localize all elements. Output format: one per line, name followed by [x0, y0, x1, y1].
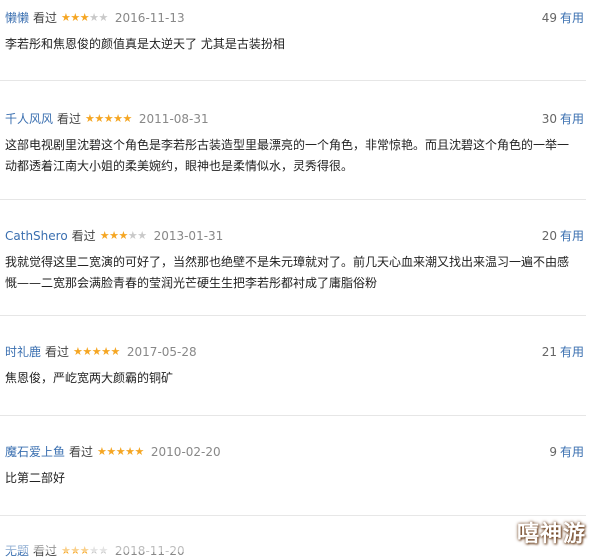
- star-filled-icon: ★: [99, 229, 110, 242]
- review-text-line: 比第二部好: [5, 471, 66, 485]
- review-meta: 魔石爱上鱼 看过 ★★★★★ 2010-02-20: [5, 444, 221, 460]
- review-text-line: 我就觉得这里二宽演的可好了，当然那也绝壁不是朱元璋就对了。前几天心血来潮又找出来…: [5, 255, 570, 269]
- useful-vote: 9 有用: [549, 444, 584, 460]
- review-divider: [0, 415, 586, 416]
- watched-label: 看过: [33, 544, 58, 558]
- review-username-link[interactable]: 懒懒: [5, 10, 29, 26]
- star-filled-icon: ★: [73, 345, 83, 358]
- review-date: 2016-11-13: [114, 11, 185, 25]
- review-meta: CathShero 看过 ★★★★★ 2013-01-31: [5, 228, 223, 244]
- review-date: 2018-11-20: [114, 544, 185, 558]
- star-empty-icon: ★: [89, 11, 99, 24]
- review-meta: 无题 看过 ★★★★★ 2018-11-20: [5, 543, 185, 559]
- review-text: 焦恩俊，严屹宽两大颜霸的铜矿: [5, 368, 585, 389]
- star-empty-icon: ★: [127, 229, 138, 242]
- review-date: 2013-01-31: [153, 229, 224, 243]
- star-filled-icon: ★: [101, 345, 111, 358]
- review-username-link[interactable]: 无题: [5, 543, 29, 559]
- review-divider: [0, 199, 586, 200]
- star-filled-icon: ★: [70, 544, 80, 557]
- review-date: 2010-02-20: [150, 445, 221, 459]
- star-filled-icon: ★: [91, 345, 102, 358]
- star-filled-icon: ★: [79, 544, 90, 557]
- useful-button[interactable]: 有用: [560, 445, 584, 459]
- useful-count: 9: [549, 445, 557, 459]
- useful-count: 21: [541, 345, 557, 359]
- watched-label: 看过: [57, 112, 82, 126]
- useful-count: 49: [541, 11, 557, 25]
- review-username-link[interactable]: 魔石爱上鱼: [5, 444, 65, 460]
- star-filled-icon: ★: [70, 11, 80, 24]
- star-filled-icon: ★: [94, 112, 104, 125]
- review-date: 2017-05-28: [126, 345, 197, 359]
- review-meta: 懒懒 看过 ★★★★★ 2016-11-13: [5, 10, 185, 26]
- rating-stars: ★★★★★: [61, 543, 108, 559]
- useful-button[interactable]: 有用: [560, 112, 584, 126]
- star-filled-icon: ★: [61, 544, 71, 557]
- useful-count: 30: [541, 112, 557, 126]
- review-username-link[interactable]: 千人风风: [5, 111, 53, 127]
- review-text-line: 焦恩俊，严屹宽两大颜霸的铜矿: [5, 371, 174, 385]
- useful-button[interactable]: 有用: [560, 11, 584, 25]
- star-filled-icon: ★: [79, 11, 90, 24]
- review-username-link[interactable]: CathShero: [5, 228, 68, 244]
- review-text: 这部电视剧里沈碧这个角色是李若彤古装造型里最漂亮的一个角色，非常惊艳。而且沈碧这…: [5, 135, 585, 177]
- watched-label: 看过: [69, 445, 94, 459]
- star-filled-icon: ★: [82, 345, 92, 358]
- rating-stars: ★★★★★: [97, 444, 144, 460]
- rating-stars: ★★★★★: [100, 228, 147, 244]
- watched-label: 看过: [45, 345, 70, 359]
- review-text: 我就觉得这里二宽演的可好了，当然那也绝壁不是朱元璋就对了。前几天心血来潮又找出来…: [5, 252, 585, 294]
- watched-label: 看过: [33, 11, 58, 25]
- star-filled-icon: ★: [115, 445, 126, 458]
- rating-stars: ★★★★★: [73, 344, 120, 360]
- review-text-line: 李若彤和焦恩俊的颜值真是太逆天了 尤其是古装扮相: [5, 37, 285, 51]
- review-meta: 时礼鹿 看过 ★★★★★ 2017-05-28: [5, 344, 197, 360]
- review-username-link[interactable]: 时礼鹿: [5, 344, 41, 360]
- rating-stars: ★★★★★: [85, 111, 132, 127]
- rating-stars: ★★★★★: [61, 10, 108, 26]
- star-filled-icon: ★: [110, 345, 121, 358]
- star-filled-icon: ★: [106, 445, 116, 458]
- review-text: 李若彤和焦恩俊的颜值真是太逆天了 尤其是古装扮相: [5, 34, 585, 55]
- useful-count: 20: [541, 229, 557, 243]
- review-divider: [0, 315, 586, 316]
- star-filled-icon: ★: [85, 112, 95, 125]
- review-date: 2011-08-31: [138, 112, 209, 126]
- star-filled-icon: ★: [125, 445, 135, 458]
- watched-label: 看过: [71, 229, 96, 243]
- star-filled-icon: ★: [134, 445, 145, 458]
- review-divider: [0, 515, 586, 516]
- useful-vote: 20 有用: [542, 228, 584, 244]
- useful-button[interactable]: 有用: [560, 345, 584, 359]
- star-filled-icon: ★: [103, 112, 114, 125]
- review-text-line: 这部电视剧里沈碧这个角色是李若彤古装造型里最漂亮的一个角色，非常惊艳。而且沈碧这…: [5, 138, 570, 152]
- star-filled-icon: ★: [97, 445, 107, 458]
- useful-button[interactable]: 有用: [560, 229, 584, 243]
- star-filled-icon: ★: [122, 112, 133, 125]
- review-divider: [0, 80, 586, 81]
- watermark-logo: 嘻神游: [516, 522, 586, 547]
- review-text: 比第二部好: [5, 468, 585, 489]
- star-filled-icon: ★: [113, 112, 123, 125]
- useful-vote: 49 有用: [542, 10, 584, 26]
- star-empty-icon: ★: [98, 11, 109, 24]
- star-empty-icon: ★: [89, 544, 99, 557]
- star-filled-icon: ★: [61, 11, 71, 24]
- useful-vote: 21 有用: [542, 344, 584, 360]
- review-meta: 千人风风 看过 ★★★★★ 2011-08-31: [5, 111, 209, 127]
- useful-vote: 30 有用: [542, 111, 584, 127]
- star-empty-icon: ★: [137, 229, 147, 242]
- star-filled-icon: ★: [118, 229, 128, 242]
- review-text-line: 动都透着江南大小姐的柔美婉约，眼神也是柔情似水，灵秀得很。: [5, 159, 354, 173]
- star-empty-icon: ★: [98, 544, 109, 557]
- review-text-line: 慨——二宽那会满脸青春的莹润光芒硬生生把李若彤都衬成了庸脂俗粉: [5, 276, 378, 290]
